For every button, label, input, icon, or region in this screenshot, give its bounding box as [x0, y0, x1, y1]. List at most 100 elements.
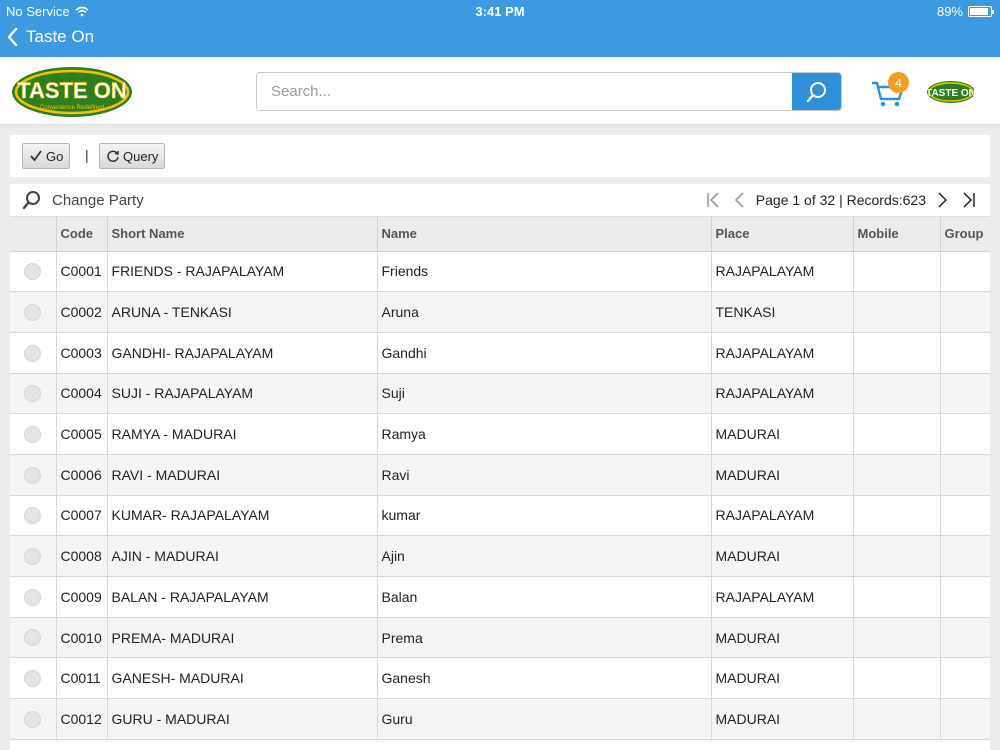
cell-mobile [853, 373, 941, 415]
table-row[interactable]: C0002 ARUNA - TENKASI Aruna TENKASI [10, 291, 990, 333]
cell-place: RAJAPALAYAM [711, 251, 854, 293]
table-row[interactable]: C0010 PREMA- MADURAI Prema MADURAI [10, 617, 990, 659]
cell-code: C0008 [56, 535, 108, 577]
row-select[interactable] [10, 617, 57, 659]
battery-percent: 89% [936, 4, 963, 19]
cell-group [940, 698, 990, 740]
select-radio[interactable] [24, 385, 42, 403]
cell-place: MADURAI [711, 454, 854, 496]
select-radio[interactable] [24, 670, 42, 688]
col-code[interactable]: Code [56, 217, 108, 252]
table-row[interactable]: C0006 RAVI - MADURAI Ravi MADURAI [10, 454, 990, 496]
clock: 3:41 PM [475, 4, 525, 19]
row-select[interactable] [10, 698, 57, 740]
cell-place: MADURAI [711, 535, 854, 577]
col-place[interactable]: Place [711, 217, 854, 252]
cell-mobile [853, 535, 941, 577]
table-row[interactable]: C0004 SUJI - RAJAPALAYAM Suji RAJAPALAYAM [10, 373, 990, 415]
row-select[interactable] [10, 373, 57, 415]
row-select[interactable] [10, 576, 57, 618]
next-page-button[interactable] [934, 190, 952, 210]
prev-page-button[interactable] [730, 190, 748, 210]
cell-name: Balan [377, 576, 712, 618]
row-select[interactable] [10, 291, 57, 333]
select-radio[interactable] [24, 588, 42, 606]
svg-text:TASTE ON: TASTE ON [17, 78, 127, 103]
cart-button[interactable]: 4 [870, 72, 910, 109]
select-radio[interactable] [24, 344, 42, 362]
cell-mobile [853, 413, 941, 455]
select-radio[interactable] [24, 263, 42, 281]
table-row[interactable]: C0001 FRIENDS - RAJAPALAYAM Friends RAJAPAL… [10, 251, 990, 293]
party-grid: Change Party Page 1 of 32 | Records:623 [10, 184, 990, 750]
cell-group [940, 535, 990, 577]
go-button[interactable]: Go [22, 143, 71, 169]
cell-mobile [853, 657, 941, 700]
cell-short-name: KUMAR- RAJAPALAYAM [107, 495, 378, 537]
cell-group [940, 332, 990, 374]
cell-code: C0005 [56, 413, 108, 455]
table-row[interactable]: C0011 GANESH- MADURAI Ganesh MADURAI [10, 657, 990, 700]
avatar[interactable]: TASTE ON [925, 77, 977, 107]
query-button[interactable]: Query [99, 143, 166, 169]
search-button[interactable] [792, 73, 841, 110]
col-group[interactable]: Group [940, 217, 990, 252]
col-mobile[interactable]: Mobile [853, 217, 941, 252]
brand-logo[interactable]: TASTE ON Convenience Redefined [10, 63, 135, 119]
cell-name: Ganesh [377, 657, 712, 700]
select-radio[interactable] [24, 629, 42, 647]
select-radio[interactable] [24, 303, 42, 321]
cell-code: C0007 [56, 495, 108, 537]
select-radio[interactable] [24, 507, 42, 525]
select-radio[interactable] [24, 548, 42, 566]
cell-code: C0001 [56, 251, 108, 293]
cell-name: Friends [377, 251, 712, 293]
svg-text:Convenience Redefined: Convenience Redefined [40, 105, 104, 111]
table-header-row: Code Short Name Name Place Mobile Group [10, 217, 990, 252]
logo-graphic: TASTE ON Convenience Redefined [12, 67, 132, 117]
refresh-icon [107, 150, 119, 163]
table-row[interactable]: C0005 RAMYA - MADURAI Ramya MADURAI [10, 413, 990, 455]
col-short-name[interactable]: Short Name [107, 217, 378, 252]
cell-short-name: RAVI - MADURAI [107, 454, 378, 496]
table-row[interactable]: C0012 GURU - MADURAI Guru MADURAI [10, 698, 990, 740]
go-label: Go [46, 148, 64, 164]
cell-short-name: ARUNA - TENKASI [107, 291, 378, 333]
nav-bar: Taste On [0, 22, 1000, 57]
cell-place: RAJAPALAYAM [711, 495, 854, 537]
cell-place: MADURAI [711, 413, 854, 455]
prev-page-icon [734, 192, 744, 208]
cell-short-name: AJIN - MADURAI [107, 535, 378, 577]
cell-group [940, 495, 990, 537]
app-header: TASTE ON Convenience Redefined 4 TASTE O… [0, 57, 1000, 125]
table-row[interactable]: C0003 GANDHI- RAJAPALAYAM Gandhi RAJAPALAYA… [10, 332, 990, 374]
cell-group [940, 576, 990, 618]
table-row[interactable]: C0009 BALAN - RAJAPALAYAM Balan RAJAPALAYAM [10, 576, 990, 618]
cell-short-name: GURU - MADURAI [107, 698, 378, 740]
col-name[interactable]: Name [377, 217, 712, 252]
row-select[interactable] [10, 535, 57, 577]
svg-text:TASTE ON: TASTE ON [926, 88, 976, 99]
first-page-button[interactable] [704, 190, 722, 210]
row-select[interactable] [10, 495, 57, 537]
party-table: Code Short Name Name Place Mobile Group … [10, 217, 990, 740]
select-radio[interactable] [24, 466, 42, 484]
row-select[interactable] [10, 332, 57, 374]
row-select[interactable] [10, 454, 57, 496]
cell-mobile [853, 576, 941, 618]
table-row[interactable]: C0007 KUMAR- RAJAPALAYAM kumar RAJAPALAYAM [10, 495, 990, 537]
cell-mobile [853, 332, 941, 374]
cell-code: C0012 [56, 698, 108, 740]
select-radio[interactable] [24, 425, 42, 443]
table-row[interactable]: C0008 AJIN - MADURAI Ajin MADURAI [10, 535, 990, 577]
first-page-icon [706, 192, 719, 208]
select-radio[interactable] [24, 710, 42, 728]
row-select[interactable] [10, 413, 57, 455]
back-button[interactable]: Taste On [6, 26, 94, 48]
next-page-icon [938, 192, 948, 208]
change-party-button[interactable]: Change Party [22, 190, 144, 210]
row-select[interactable] [10, 657, 57, 700]
last-page-button[interactable] [960, 190, 978, 210]
search-input[interactable] [257, 73, 793, 110]
row-select[interactable] [10, 251, 57, 293]
